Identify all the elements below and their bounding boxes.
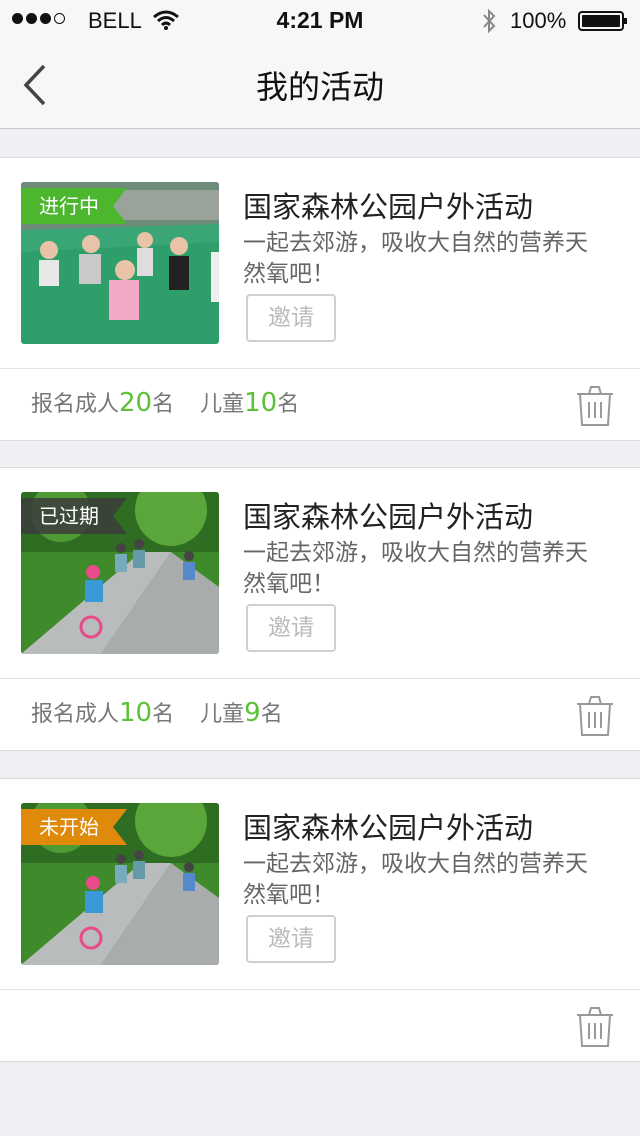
child-count: 10	[244, 388, 278, 418]
status-badge: 已过期	[21, 498, 127, 534]
adult-count: 10	[119, 698, 153, 728]
child-count: 9	[244, 698, 261, 728]
bluetooth-icon	[483, 8, 496, 34]
activity-title: 国家森林公园户外活动	[243, 811, 534, 845]
adult-label: 报名成人	[31, 702, 120, 727]
child-unit: 名	[277, 392, 300, 417]
signup-stats: 报名成人20名 儿童10名	[31, 386, 299, 418]
activity-title: 国家森林公园户外活动	[243, 500, 534, 534]
activity-description: 一起去郊游，吸收大自然的营养天然氧吧！	[243, 540, 588, 597]
activity-photo: 进行中	[21, 182, 219, 344]
divider	[0, 368, 640, 369]
divider	[0, 678, 640, 679]
adult-label: 报名成人	[31, 392, 120, 417]
activity-photo: 未开始	[21, 803, 219, 965]
page-title: 我的活动	[255, 68, 384, 106]
signup-stats: 报名成人10名 儿童9名	[31, 696, 283, 728]
activity-card[interactable]: 进行中 国家森林公园户外活动 一起去郊游，吸收大自然的营养天然氧吧！ 邀请 报名…	[0, 157, 640, 441]
activity-photo: 已过期	[21, 492, 219, 654]
invite-button[interactable]: 邀请	[246, 294, 336, 342]
status-badge: 进行中	[21, 188, 127, 224]
child-label: 儿童	[200, 392, 245, 417]
adult-unit: 名	[152, 392, 175, 417]
status-badge: 未开始	[21, 809, 127, 845]
activity-title: 国家森林公园户外活动	[243, 190, 534, 224]
activity-description: 一起去郊游，吸收大自然的营养天然氧吧！	[243, 230, 588, 287]
battery-icon	[578, 11, 627, 31]
invite-button[interactable]: 邀请	[246, 915, 336, 963]
trash-icon[interactable]	[575, 694, 615, 738]
invite-button[interactable]: 邀请	[246, 604, 336, 652]
divider	[0, 989, 640, 990]
activity-card[interactable]: 已过期 国家森林公园户外活动 一起去郊游，吸收大自然的营养天然氧吧！ 邀请 报名…	[0, 467, 640, 751]
activity-description: 一起去郊游，吸收大自然的营养天然氧吧！	[243, 851, 588, 908]
adult-count: 20	[119, 388, 153, 418]
trash-icon[interactable]	[575, 1005, 615, 1049]
activity-card[interactable]: 未开始 国家森林公园户外活动 一起去郊游，吸收大自然的营养天然氧吧！ 邀请	[0, 778, 640, 1062]
adult-unit: 名	[152, 702, 175, 727]
navigation-bar: 我的活动	[0, 40, 640, 129]
status-bar: BELL 4:21 PM 100%	[0, 0, 640, 40]
child-unit: 名	[260, 702, 283, 727]
trash-icon[interactable]	[575, 384, 615, 428]
battery-percent: 100%	[510, 8, 567, 33]
child-label: 儿童	[200, 702, 245, 727]
